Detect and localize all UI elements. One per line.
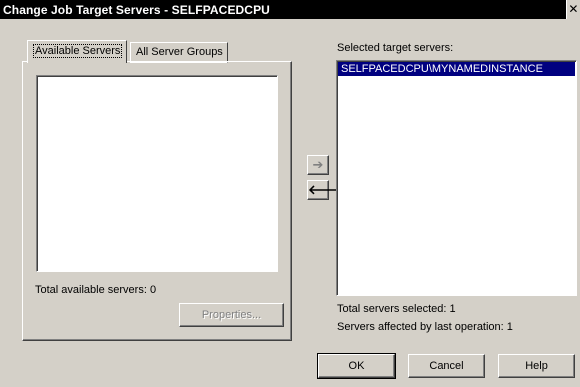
arrow-right-icon: ➔ [312, 157, 324, 172]
ok-button[interactable]: OK [317, 353, 396, 379]
selected-heading-text: Selected target servers: [337, 42, 454, 54]
dialog-window: Change Job Target Servers - SELFPACEDCPU… [0, 0, 580, 387]
tab-all-server-groups-label: All Server Groups [136, 46, 223, 58]
close-icon[interactable]: ✕ [566, 0, 580, 19]
ok-button-label: OK [348, 360, 365, 372]
add-server-button: ➔ [307, 155, 329, 175]
cancel-button[interactable]: Cancel [408, 354, 485, 378]
total-available-servers: Total available servers: 0 [35, 284, 157, 296]
tab-available-servers-label: Available Servers [33, 44, 123, 58]
title-bar: Change Job Target Servers - SELFPACEDCPU… [0, 0, 580, 19]
tab-available-servers[interactable]: Available Servers [27, 40, 128, 63]
properties-button-label: Properties... [201, 309, 262, 321]
selected-servers-list[interactable]: SELFPACEDCPU\MYNAMEDINSTANCE [336, 60, 577, 296]
window-title: Change Job Target Servers - SELFPACEDCPU [3, 3, 270, 17]
servers-affected-last-operation: Servers affected by last operation: 1 [337, 321, 513, 333]
properties-button: Properties... [179, 303, 284, 327]
remove-server-button[interactable]: 🡐 [307, 180, 343, 200]
tab-panel: Total available servers: 0 Properties... [22, 61, 292, 341]
cancel-button-label: Cancel [429, 360, 464, 372]
help-button[interactable]: Help [498, 354, 575, 378]
help-button-label: Help [525, 360, 548, 372]
list-item[interactable]: SELFPACEDCPU\MYNAMEDINSTANCE [338, 62, 575, 76]
tab-all-server-groups[interactable]: All Server Groups [130, 42, 228, 63]
total-servers-selected: Total servers selected: 1 [337, 303, 456, 315]
available-servers-list[interactable] [36, 75, 278, 272]
selected-target-servers-heading: Selected target servers: [337, 42, 453, 54]
